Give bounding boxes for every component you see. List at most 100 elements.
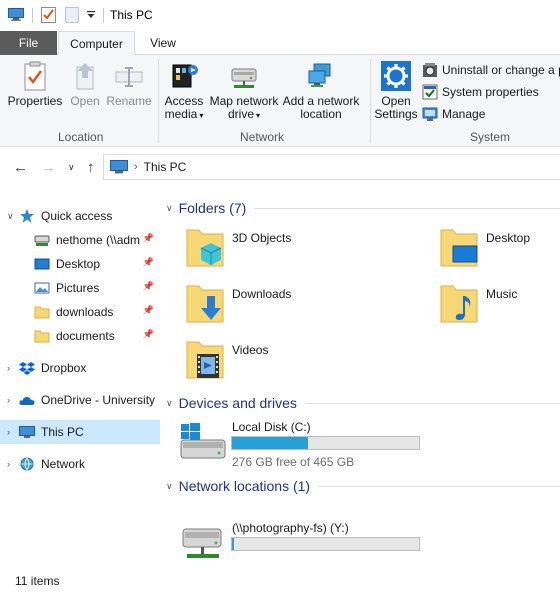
open-label: Open bbox=[70, 94, 100, 108]
network-icon bbox=[20, 457, 34, 471]
manage-label: Manage bbox=[442, 107, 486, 121]
access-media-label-2: media bbox=[164, 107, 198, 121]
drive-item-local-disk[interactable]: Local Disk (C:) 276 GB free of 465 GB bbox=[179, 420, 559, 470]
folder-item[interactable]: Music bbox=[415, 282, 560, 330]
rename-icon bbox=[115, 67, 143, 87]
properties-button[interactable]: Properties bbox=[6, 61, 64, 108]
open-button[interactable]: Open bbox=[68, 61, 102, 108]
section-title: Devices and drives bbox=[178, 395, 297, 411]
navigation-pane: ∨ Quick access nethome (\\adm 📌 Desktop … bbox=[0, 196, 160, 566]
nav-item-documents[interactable]: documents 📌 bbox=[0, 324, 160, 348]
downloads-folder-icon bbox=[186, 285, 224, 323]
section-divider bbox=[254, 207, 560, 209]
folder-icon bbox=[34, 306, 50, 319]
pin-icon[interactable]: 📌 bbox=[143, 233, 154, 244]
nav-item-label: documents bbox=[56, 329, 115, 343]
devices-section-header[interactable]: ∨ Devices and drives bbox=[161, 393, 560, 413]
this-pc-icon bbox=[19, 426, 35, 438]
nav-item-downloads[interactable]: downloads 📌 bbox=[0, 300, 160, 324]
map-network-drive-label-1: Map network bbox=[209, 94, 279, 108]
nav-item-onedrive[interactable]: › OneDrive - University bbox=[0, 388, 160, 412]
chevron-right-icon[interactable]: › bbox=[7, 395, 17, 405]
system-properties-icon bbox=[422, 84, 438, 100]
chevron-down-icon[interactable]: ∨ bbox=[166, 398, 173, 409]
add-network-location-icon bbox=[308, 63, 331, 87]
breadcrumb-separator[interactable]: › bbox=[134, 161, 138, 173]
section-divider bbox=[304, 402, 560, 404]
chevron-right-icon[interactable]: › bbox=[7, 363, 17, 373]
folder-item[interactable]: Downloads bbox=[161, 282, 361, 330]
chevron-down-icon[interactable]: ∨ bbox=[166, 203, 173, 214]
tab-computer[interactable]: Computer bbox=[58, 31, 135, 56]
nav-item-dropbox[interactable]: › Dropbox bbox=[0, 356, 160, 380]
desktop-icon bbox=[34, 258, 50, 270]
pin-icon[interactable]: 📌 bbox=[143, 281, 154, 292]
toolbar-divider bbox=[32, 8, 33, 23]
nav-item-desktop[interactable]: Desktop 📌 bbox=[0, 252, 160, 276]
access-media-label-1: Access bbox=[164, 94, 204, 108]
folders-section-header[interactable]: ∨ Folders (7) bbox=[161, 198, 560, 218]
nav-item-nethome[interactable]: nethome (\\adm 📌 bbox=[0, 228, 160, 252]
pin-icon[interactable]: 📌 bbox=[143, 305, 154, 316]
open-settings-button[interactable]: Open Settings bbox=[372, 61, 420, 121]
properties-icon[interactable] bbox=[41, 6, 56, 23]
system-properties-button[interactable]: System properties bbox=[422, 83, 539, 101]
network-drive-item[interactable]: (\\photography-fs) (Y:) bbox=[179, 521, 559, 571]
nav-item-label: Quick access bbox=[41, 209, 113, 223]
breadcrumb-this-pc[interactable]: This PC bbox=[144, 160, 187, 174]
nav-item-quick-access[interactable]: ∨ Quick access bbox=[0, 204, 160, 228]
star-icon bbox=[20, 209, 34, 223]
manage-button[interactable]: Manage bbox=[422, 105, 485, 123]
section-title: Folders (7) bbox=[178, 200, 247, 216]
forward-arrow-icon[interactable]: → bbox=[41, 159, 56, 176]
new-folder-icon[interactable] bbox=[65, 7, 79, 23]
back-arrow-icon[interactable]: ← bbox=[13, 159, 28, 176]
network-drive-icon bbox=[34, 235, 50, 246]
chevron-down-icon[interactable]: ∨ bbox=[7, 211, 17, 222]
chevron-down-icon[interactable]: ∨ bbox=[166, 481, 173, 492]
drive-name: (\\photography-fs) (Y:) bbox=[232, 521, 349, 535]
add-network-location-button[interactable]: Add a network location bbox=[282, 61, 360, 121]
group-label-network: Network bbox=[240, 130, 285, 144]
drive-free-space: 276 GB free of 465 GB bbox=[232, 455, 355, 469]
nav-item-label: OneDrive - University bbox=[41, 393, 156, 407]
map-network-drive-button[interactable]: Map network drive ▾ bbox=[208, 61, 280, 122]
tab-view[interactable]: View bbox=[137, 31, 189, 55]
up-arrow-icon[interactable]: ↑ bbox=[87, 159, 95, 176]
this-pc-icon bbox=[8, 8, 24, 21]
onedrive-icon bbox=[19, 397, 35, 405]
network-locations-section-header[interactable]: ∨ Network locations (1) bbox=[161, 476, 560, 496]
map-network-drive-label-2: drive bbox=[227, 107, 254, 121]
address-bar[interactable]: › This PC bbox=[103, 154, 560, 180]
toolbar-divider bbox=[103, 8, 104, 23]
folder-name: Music bbox=[486, 287, 518, 301]
nav-item-pictures[interactable]: Pictures 📌 bbox=[0, 276, 160, 300]
access-media-button[interactable]: Access media ▾ bbox=[162, 61, 206, 122]
tab-file[interactable]: File bbox=[0, 31, 57, 55]
section-title: Network locations (1) bbox=[178, 478, 311, 494]
properties-icon bbox=[24, 61, 46, 91]
nav-item-this-pc[interactable]: › This PC bbox=[0, 420, 160, 444]
ribbon-divider bbox=[158, 59, 159, 143]
rename-button[interactable]: Rename bbox=[106, 61, 152, 108]
nav-item-network[interactable]: › Network bbox=[0, 452, 160, 476]
chevron-right-icon[interactable]: › bbox=[7, 459, 17, 469]
chevron-down-icon[interactable] bbox=[86, 10, 96, 20]
group-label-system: System bbox=[470, 130, 511, 144]
network-drive-icon bbox=[182, 528, 222, 558]
pin-icon[interactable]: 📌 bbox=[143, 257, 154, 268]
nav-item-label: Dropbox bbox=[41, 361, 87, 375]
folder-name: Downloads bbox=[232, 287, 292, 301]
folder-item[interactable]: Desktop bbox=[415, 226, 560, 274]
folder-item[interactable]: 3D Objects bbox=[161, 226, 361, 274]
folder-item[interactable]: Videos bbox=[161, 338, 361, 386]
uninstall-button[interactable]: Uninstall or change a p bbox=[422, 61, 560, 79]
nav-item-label: downloads bbox=[56, 305, 114, 319]
pin-icon[interactable]: 📌 bbox=[143, 329, 154, 340]
map-network-drive-icon bbox=[231, 68, 257, 88]
uninstall-label: Uninstall or change a p bbox=[442, 63, 560, 77]
chevron-right-icon[interactable]: › bbox=[7, 427, 17, 437]
section-divider bbox=[318, 485, 560, 487]
recent-locations-chevron-icon[interactable]: ∨ bbox=[68, 162, 75, 173]
drive-usage-bar bbox=[231, 537, 420, 551]
